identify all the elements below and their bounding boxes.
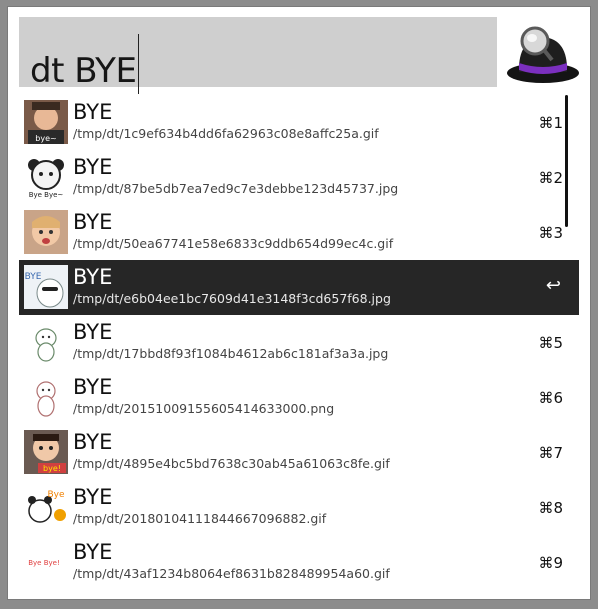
result-row[interactable]: Bye BYE /tmp/dt/20180104111844667096882.… [19,480,579,535]
result-path: /tmp/dt/50ea67741e58e6833c9ddb654d99ec4c… [73,236,394,251]
result-path: /tmp/dt/43af1234b8064ef8631b828489954a60… [73,566,390,581]
result-shortcut: ⌘7 [538,444,563,462]
result-path: /tmp/dt/20180104111844667096882.gif [73,511,327,526]
result-thumbnail [24,320,68,364]
result-path: /tmp/dt/87be5db7ea7ed9c7e3debbe123d45737… [73,181,399,196]
thumbnail-caption: BYE [25,272,42,282]
result-shortcut: ⌘5 [538,334,563,352]
result-row[interactable]: BYE /tmp/dt/20151009155605414633000.png … [19,370,579,425]
result-thumbnail: Bye Bye! [24,540,68,584]
search-query-text[interactable]: dt BYE [30,51,137,91]
text-caret [138,34,140,94]
result-title: BYE [73,540,113,564]
alfred-window: dt BYE bye~ BYE /tmp/dt/1c9ef634b4dd6fa6… [8,7,590,599]
result-title: BYE [73,210,113,234]
result-shortcut: ⌘6 [538,389,563,407]
alfred-hat-icon [504,17,582,87]
search-field[interactable]: dt BYE [19,17,497,94]
result-row[interactable]: bye~ BYE /tmp/dt/1c9ef634b4dd6fa62963c08… [19,95,579,150]
result-thumbnail [24,210,68,254]
results-list: bye~ BYE /tmp/dt/1c9ef634b4dd6fa62963c08… [19,95,579,595]
results-scrollbar[interactable] [565,95,568,227]
thumbnail-caption: bye! [43,464,61,473]
thumbnail-caption: Bye Bye! [28,559,60,567]
result-thumbnail [24,375,68,419]
result-path: /tmp/dt/4895e4bc5bd7638c30ab45a61063c8fe… [73,456,390,471]
result-shortcut: ⌘3 [538,224,563,242]
return-key-icon: ↩ [545,275,561,296]
result-shortcut: ⌘1 [538,114,563,132]
result-title: BYE [73,375,113,399]
result-path: /tmp/dt/20151009155605414633000.png [73,401,335,416]
search-query[interactable]: dt BYE [30,34,140,94]
result-title: BYE [73,100,113,124]
result-title: BYE [73,265,113,289]
result-shortcut: ⌘8 [538,499,563,517]
thumbnail-caption: Bye [47,490,65,500]
result-row[interactable]: bye! BYE /tmp/dt/4895e4bc5bd7638c30ab45a… [19,425,579,480]
result-thumbnail: bye~ [24,100,68,144]
result-thumbnail: Bye [24,485,68,529]
result-thumbnail: Bye Bye~ [24,155,68,199]
result-row[interactable]: Bye Bye~ BYE /tmp/dt/87be5db7ea7ed9c7e3d… [19,150,579,205]
result-thumbnail: bye! [24,430,68,474]
result-path: /tmp/dt/1c9ef634b4dd6fa62963c08e8affc25a… [73,126,379,141]
result-thumbnail: BYE [24,265,68,309]
result-title: BYE [73,430,113,454]
result-shortcut: ⌘2 [538,169,563,187]
thumbnail-caption: Bye Bye~ [29,191,64,199]
result-path: /tmp/dt/e6b04ee1bc7609d41e3148f3cd657f68… [73,291,391,306]
result-row-selected[interactable]: BYE BYE /tmp/dt/e6b04ee1bc7609d41e3148f3… [19,260,579,315]
result-row[interactable]: BYE /tmp/dt/50ea67741e58e6833c9ddb654d99… [19,205,579,260]
result-row[interactable]: Bye Bye! BYE /tmp/dt/43af1234b8064ef8631… [19,535,579,590]
result-title: BYE [73,155,113,179]
result-path: /tmp/dt/17bbd8f93f1084b4612ab6c181af3a3a… [73,346,389,361]
result-title: BYE [73,485,113,509]
result-title: BYE [73,320,113,344]
thumbnail-caption: bye~ [35,134,56,143]
result-row[interactable]: BYE /tmp/dt/17bbd8f93f1084b4612ab6c181af… [19,315,579,370]
result-shortcut: ⌘9 [538,554,563,572]
